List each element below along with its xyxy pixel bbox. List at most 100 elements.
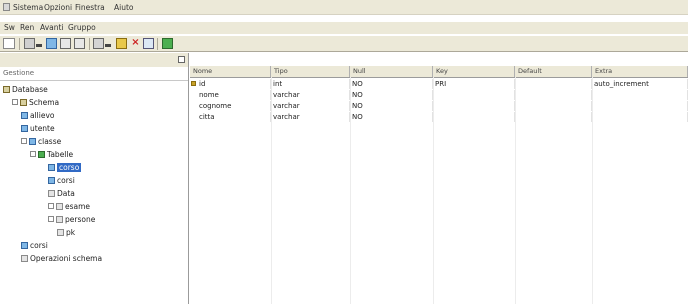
table-cell[interactable]: id [197,79,271,89]
tree-item[interactable]: corso [48,162,82,173]
toolbar-separator [89,38,90,50]
table-icon [21,242,28,249]
tree-item[interactable]: Tabelle [30,149,73,160]
tree-item[interactable]: Operazioni schema [21,253,102,264]
table-cell[interactable] [515,79,592,89]
tree-item-label: corsi [57,176,75,185]
table-cell[interactable]: NO [350,101,433,111]
tree-item[interactable]: Database [3,84,48,95]
tree-item-label: allievo [30,111,55,120]
column-header[interactable]: Null [350,66,433,77]
table-icon [48,164,55,171]
table-row[interactable]: nome varchar NO [190,90,688,100]
schema-icon [20,99,27,106]
table-cell[interactable] [515,112,592,122]
table-cell[interactable]: auto_increment [592,79,688,89]
secondary-menubar: Sw Ren Avanti Gruppo [0,22,688,34]
menu-opzioni[interactable]: Opzioni [44,3,72,12]
toolbar: × [0,35,688,52]
menu-sw[interactable]: Sw [4,23,15,32]
table-cell[interactable] [592,90,688,100]
table-cell[interactable]: varchar [271,101,350,111]
key-icon [57,229,64,236]
delete-icon[interactable]: × [130,38,141,49]
table-cell[interactable]: varchar [271,90,350,100]
key-icon [191,81,196,86]
tree-item[interactable]: persone [48,214,95,225]
expander-icon[interactable] [48,216,54,222]
tree-item[interactable]: Data [48,188,75,199]
tree-item-label: corsi [30,241,48,250]
table-cell[interactable]: cognome [197,101,271,111]
tree-header-label: Gestione [3,69,35,77]
table-icon [21,112,28,119]
expander-icon[interactable] [30,151,36,157]
tree-header[interactable]: Gestione [0,68,188,81]
tree-item-label: Database [12,85,48,94]
table-cell[interactable] [592,101,688,111]
column-header[interactable]: Default [515,66,592,77]
table-row[interactable]: citta varchar NO [190,112,688,122]
table-cell[interactable] [592,112,688,122]
table-row[interactable]: id int NO PRI auto_increment [190,79,688,89]
table-cell[interactable]: PRI [433,79,515,89]
column-header[interactable]: Extra [592,66,688,77]
chevron-down-icon[interactable] [105,44,111,47]
tree-item[interactable]: allievo [21,110,55,121]
table-cell[interactable]: citta [197,112,271,122]
menu-gruppo[interactable]: Gruppo [68,23,96,32]
filter-icon[interactable] [24,38,35,49]
table-cell[interactable] [433,112,515,122]
navigator-pane: Gestione Database Schema allievo utente clas… [0,53,189,304]
tree-item[interactable]: corsi [48,175,75,186]
table-icon[interactable] [46,38,57,49]
menu-sistema[interactable]: Sistema [13,3,43,12]
collapse-all-icon[interactable] [178,56,185,63]
table-cell[interactable]: NO [350,79,433,89]
table-cell[interactable]: NO [350,90,433,100]
tree-item[interactable]: pk [57,227,75,238]
expander-icon[interactable] [21,138,27,144]
toolbar-separator [19,38,20,50]
refresh-icon[interactable] [143,38,154,49]
database-icon [3,86,10,93]
tree-item[interactable]: corsi [21,240,48,251]
column-header[interactable]: Tipo [271,66,350,77]
tree-item[interactable]: classe [21,136,61,147]
menu-aiuto[interactable]: Aiuto [114,3,134,12]
table-cell[interactable]: int [271,79,350,89]
table-cell[interactable] [433,101,515,111]
menubar: Sistema Opzioni Finestra Aiuto [0,0,688,15]
column-header[interactable]: Nome [190,66,271,77]
menu-ren[interactable]: Ren [20,23,34,32]
run-icon[interactable] [162,38,173,49]
tree-item-label: Data [57,189,75,198]
table-cell[interactable] [515,90,592,100]
expander-icon[interactable] [48,203,54,209]
key-icon[interactable] [116,38,127,49]
chevron-down-icon[interactable] [36,44,42,47]
table-cell[interactable]: varchar [271,112,350,122]
tree-item[interactable]: utente [21,123,55,134]
menu-finestra[interactable]: Finestra [75,3,105,12]
tree-item[interactable]: Schema [12,97,59,108]
table-cell[interactable] [433,90,515,100]
copy-icon[interactable] [74,38,85,49]
menu-avanti[interactable]: Avanti [40,23,64,32]
table-cell[interactable]: nome [197,90,271,100]
tree-item-label: corso [57,163,82,172]
table-cell[interactable] [515,101,592,111]
table-row[interactable]: cognome varchar NO [190,101,688,111]
new-button[interactable] [3,38,15,49]
properties-icon[interactable] [60,38,71,49]
tree-item-label: Operazioni schema [30,254,103,263]
table-icon [21,125,28,132]
column-header[interactable]: Key [433,66,515,77]
tree-toolbar [0,53,188,67]
table-cell[interactable]: NO [350,112,433,122]
expander-icon[interactable] [12,99,18,105]
tree-item[interactable]: esame [48,201,90,212]
query-icon[interactable] [93,38,104,49]
field-icon [48,190,55,197]
tree-item-label: classe [38,137,62,146]
